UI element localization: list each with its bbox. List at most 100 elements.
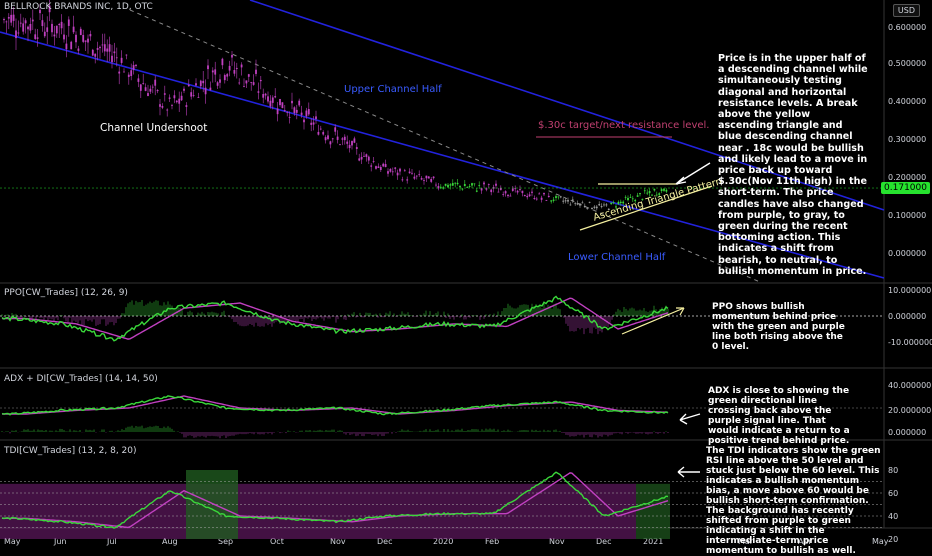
candle-body — [166, 109, 169, 111]
candle-body — [579, 203, 581, 206]
candle-body — [199, 80, 202, 87]
candle-body — [516, 190, 519, 193]
candle-body — [300, 112, 303, 115]
candle-body — [497, 191, 500, 193]
candle-body — [291, 100, 293, 104]
candle-body — [53, 34, 56, 37]
candle-body — [526, 195, 529, 198]
candle-body — [591, 207, 593, 210]
price-axis-tick: 0.400000 — [888, 97, 926, 106]
candle-body — [339, 144, 341, 146]
candle-body — [195, 83, 197, 86]
candle-body — [391, 171, 394, 173]
candle-body — [442, 187, 445, 189]
candle-body — [192, 95, 195, 96]
candle-body — [75, 34, 77, 43]
candle-body — [375, 166, 377, 169]
candle-body — [382, 163, 385, 167]
candle-body — [226, 74, 229, 77]
candle-body — [646, 192, 649, 194]
adx-axis-tick: 20.000000 — [888, 406, 931, 415]
price-axis-tick: 0.600000 — [888, 23, 926, 32]
candle-body — [401, 179, 404, 181]
candle-body — [180, 95, 183, 101]
candle-body — [399, 168, 401, 172]
candle-body — [91, 49, 94, 56]
currency-badge[interactable]: USD — [892, 4, 920, 17]
candle-body — [411, 172, 413, 174]
candle-body — [420, 178, 423, 180]
candle-body — [235, 67, 238, 69]
ppo-axis-tick: -10.000000 — [888, 338, 932, 347]
candle-body — [307, 109, 310, 115]
chart-title: BELLROCK BRANDS INC, 1D, OTC — [4, 2, 153, 12]
candle-body — [168, 97, 171, 99]
candle-body — [51, 23, 53, 33]
candle-body — [535, 198, 538, 200]
candle-body — [636, 195, 639, 197]
tdi-axis-tick: 40 — [888, 512, 898, 521]
candle-body — [72, 26, 75, 33]
candle-body — [559, 196, 562, 198]
candle-body — [24, 20, 27, 24]
candle-body — [571, 199, 574, 201]
candle-body — [142, 82, 145, 84]
candle-body — [547, 195, 550, 198]
candle-body — [139, 84, 142, 91]
candle-body — [627, 197, 629, 201]
candle-body — [175, 100, 178, 103]
candle-body — [331, 138, 334, 140]
candle-body — [132, 65, 135, 70]
candle-body — [214, 69, 217, 75]
candle-body — [77, 48, 80, 51]
candle-body — [384, 164, 387, 168]
candle-body — [286, 111, 289, 113]
candle-body — [365, 154, 368, 157]
candle-body — [178, 98, 181, 104]
candle-body — [267, 96, 269, 102]
candle-body — [22, 23, 25, 32]
candle-body — [631, 198, 634, 200]
candle-body — [415, 175, 418, 177]
candle-body — [514, 188, 517, 190]
candle-body — [317, 131, 320, 135]
candle-body — [480, 188, 483, 191]
candle-body — [490, 189, 493, 193]
candle-body — [487, 184, 490, 185]
candle-body — [406, 179, 409, 181]
candle-body — [562, 200, 565, 202]
candle-body — [115, 57, 118, 59]
candle-body — [588, 201, 591, 203]
candle-body — [660, 189, 663, 192]
candle-body — [521, 190, 524, 194]
candle-body — [327, 135, 329, 140]
candle-body — [7, 17, 10, 19]
candle-body — [269, 100, 272, 107]
adx-signal-line — [2, 395, 669, 415]
adx-axis-tick: 40.000000 — [888, 381, 931, 390]
candle-body — [27, 26, 29, 30]
candle-body — [46, 27, 49, 32]
candle-body — [34, 34, 37, 39]
candle-body — [507, 194, 509, 197]
candle-body — [319, 128, 322, 130]
candle-body — [118, 71, 121, 74]
candle-body — [504, 191, 507, 194]
candle-body — [281, 102, 284, 109]
candle-body — [583, 205, 586, 208]
candle-body — [245, 80, 248, 84]
candle-body — [394, 167, 397, 169]
candle-body — [468, 186, 471, 187]
candle-body — [63, 34, 65, 40]
candle-body — [456, 182, 459, 185]
candle-body — [156, 89, 159, 92]
price-axis-tick: 0.200000 — [888, 173, 926, 182]
candle-body — [413, 176, 416, 179]
candle-body — [552, 199, 555, 201]
candle-body — [70, 41, 73, 50]
candle-body — [348, 144, 351, 149]
candle-body — [255, 69, 257, 74]
candle-body — [183, 88, 185, 91]
adx-main-line — [1, 395, 669, 416]
candle-body — [379, 167, 382, 170]
